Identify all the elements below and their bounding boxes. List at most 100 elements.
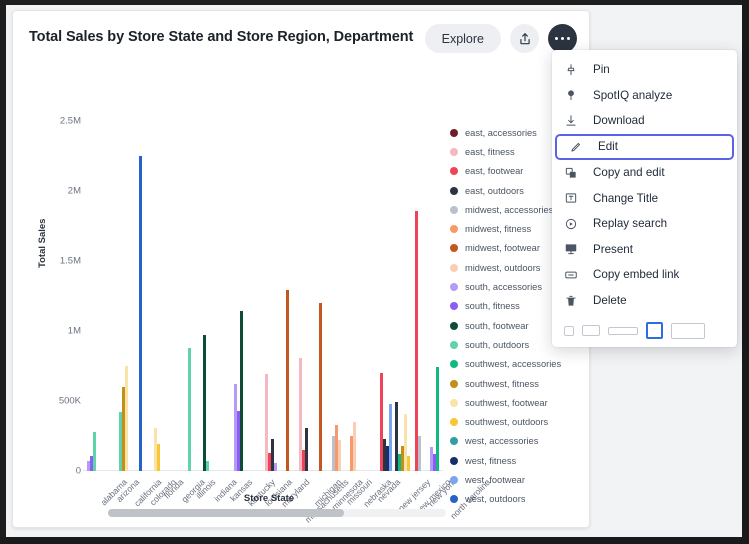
legend-color-swatch [450, 186, 458, 195]
horizontal-scrollbar-track[interactable] [108, 509, 446, 517]
bar[interactable] [156, 444, 160, 471]
app-root: Total Sales by Store State and Store Reg… [0, 0, 749, 544]
legend-item[interactable]: west, footwear [450, 470, 589, 489]
legend-item-label: south, accessories [465, 282, 542, 293]
legend-item-label: midwest, accessories [465, 204, 554, 215]
menu-item-copy-embed-link[interactable]: Copy embed link [552, 262, 737, 288]
share-upload-icon [519, 32, 530, 44]
bar[interactable] [187, 347, 191, 471]
y-tick-label: 2.5M [59, 115, 81, 127]
menu-item-label: Edit [598, 140, 618, 154]
size-medium-option[interactable] [582, 325, 600, 337]
bar[interactable] [418, 436, 422, 471]
legend-color-swatch [450, 321, 458, 330]
legend-item[interactable]: southwest, fitness [450, 374, 589, 393]
present-icon [562, 240, 580, 258]
bar[interactable] [138, 156, 142, 471]
bar[interactable] [305, 427, 309, 471]
y-tick-label: 2M [67, 185, 81, 197]
more-horizontal-icon [555, 36, 570, 41]
legend-item-label: southwest, outdoors [465, 417, 549, 428]
bar[interactable] [286, 290, 290, 471]
menu-item-edit[interactable]: Edit [555, 133, 734, 160]
header-actions: Explore [424, 24, 577, 53]
bar[interactable] [338, 440, 342, 471]
bar[interactable] [92, 431, 96, 471]
menu-item-label: Copy and edit [593, 166, 665, 180]
more-options-button[interactable] [548, 24, 577, 53]
context-menu: Pin SpotIQ analyze Download Edit Copy and ed… [552, 50, 737, 348]
menu-item-download[interactable]: Download [552, 108, 737, 134]
replay-icon [562, 215, 580, 233]
legend-item-label: south, footwear [465, 320, 529, 331]
y-axis-ticks: 0 500K 1M 1.5M 2M 2.5M [35, 63, 81, 527]
size-extra-wide-option[interactable] [671, 322, 705, 339]
legend-color-swatch [450, 340, 458, 349]
legend-item-label: midwest, footwear [465, 243, 540, 254]
bar[interactable] [406, 455, 410, 471]
window-edge-right [742, 0, 749, 544]
bar[interactable] [239, 311, 243, 471]
explore-button[interactable]: Explore [424, 24, 501, 53]
embed-link-icon [562, 266, 580, 284]
bar[interactable] [274, 462, 278, 471]
legend-color-swatch [450, 244, 458, 253]
legend-item[interactable]: west, outdoors [450, 490, 589, 509]
bar[interactable] [318, 303, 322, 471]
legend-color-swatch [450, 167, 458, 176]
plot-area: Total Sales 0 500K 1M 1.5M 2M 2.5M alabama ari… [13, 63, 589, 527]
legend-item[interactable]: southwest, accessories [450, 355, 589, 374]
bar[interactable] [125, 366, 129, 471]
legend-color-swatch [450, 475, 458, 484]
menu-item-present[interactable]: Present [552, 237, 737, 263]
menu-item-change-title[interactable]: Change Title [552, 185, 737, 211]
legend-item-label: east, outdoors [465, 185, 524, 196]
window-edge-bottom [0, 537, 749, 544]
legend-color-swatch [450, 398, 458, 407]
legend-item-label: south, fitness [465, 301, 520, 312]
share-button[interactable] [510, 24, 539, 53]
legend-item-label: west, accessories [465, 436, 539, 447]
menu-item-replay-search[interactable]: Replay search [552, 211, 737, 237]
tile-size-selector [552, 313, 737, 341]
bar[interactable] [388, 403, 392, 471]
text-box-icon [562, 189, 580, 207]
size-small-option[interactable] [564, 325, 574, 336]
legend-item[interactable]: southwest, footwear [450, 393, 589, 412]
page-title: Total Sales by Store State and Store Reg… [29, 29, 414, 45]
trash-icon [562, 292, 580, 310]
chart-card: Total Sales by Store State and Store Reg… [12, 10, 590, 528]
legend-color-swatch [450, 456, 458, 465]
window-edge-top [0, 0, 749, 5]
bar[interactable] [436, 367, 440, 471]
menu-item-pin[interactable]: Pin [552, 57, 737, 83]
menu-item-label: Delete [593, 294, 627, 308]
legend-color-swatch [450, 437, 458, 446]
horizontal-scrollbar-thumb[interactable] [108, 509, 344, 517]
bar[interactable] [202, 335, 206, 471]
legend-item[interactable]: west, fitness [450, 451, 589, 470]
legend-color-swatch [450, 360, 458, 369]
menu-item-copy-and-edit[interactable]: Copy and edit [552, 160, 737, 186]
menu-item-spotiq-analyze[interactable]: SpotIQ analyze [552, 83, 737, 109]
menu-item-label: Present [593, 242, 633, 256]
menu-item-delete[interactable]: Delete [552, 288, 737, 314]
legend-color-swatch [450, 302, 458, 311]
card-header: Total Sales by Store State and Store Reg… [13, 11, 589, 63]
size-wide-option[interactable] [608, 326, 638, 335]
download-icon [562, 112, 580, 130]
legend-color-swatch [450, 225, 458, 234]
bar[interactable] [415, 210, 419, 471]
legend-item[interactable]: southwest, outdoors [450, 412, 589, 431]
legend-item[interactable]: west, accessories [450, 432, 589, 451]
legend-item-label: southwest, accessories [465, 359, 562, 370]
bar[interactable] [205, 461, 209, 471]
legend-color-swatch [450, 495, 458, 504]
y-tick-label: 1M [67, 325, 81, 337]
menu-item-label: Pin [593, 63, 610, 77]
legend-color-swatch [450, 147, 458, 156]
bar[interactable] [353, 422, 356, 471]
size-square-option[interactable] [646, 322, 663, 340]
legend-item-label: midwest, outdoors [465, 262, 541, 273]
menu-item-label: Replay search [593, 217, 668, 231]
